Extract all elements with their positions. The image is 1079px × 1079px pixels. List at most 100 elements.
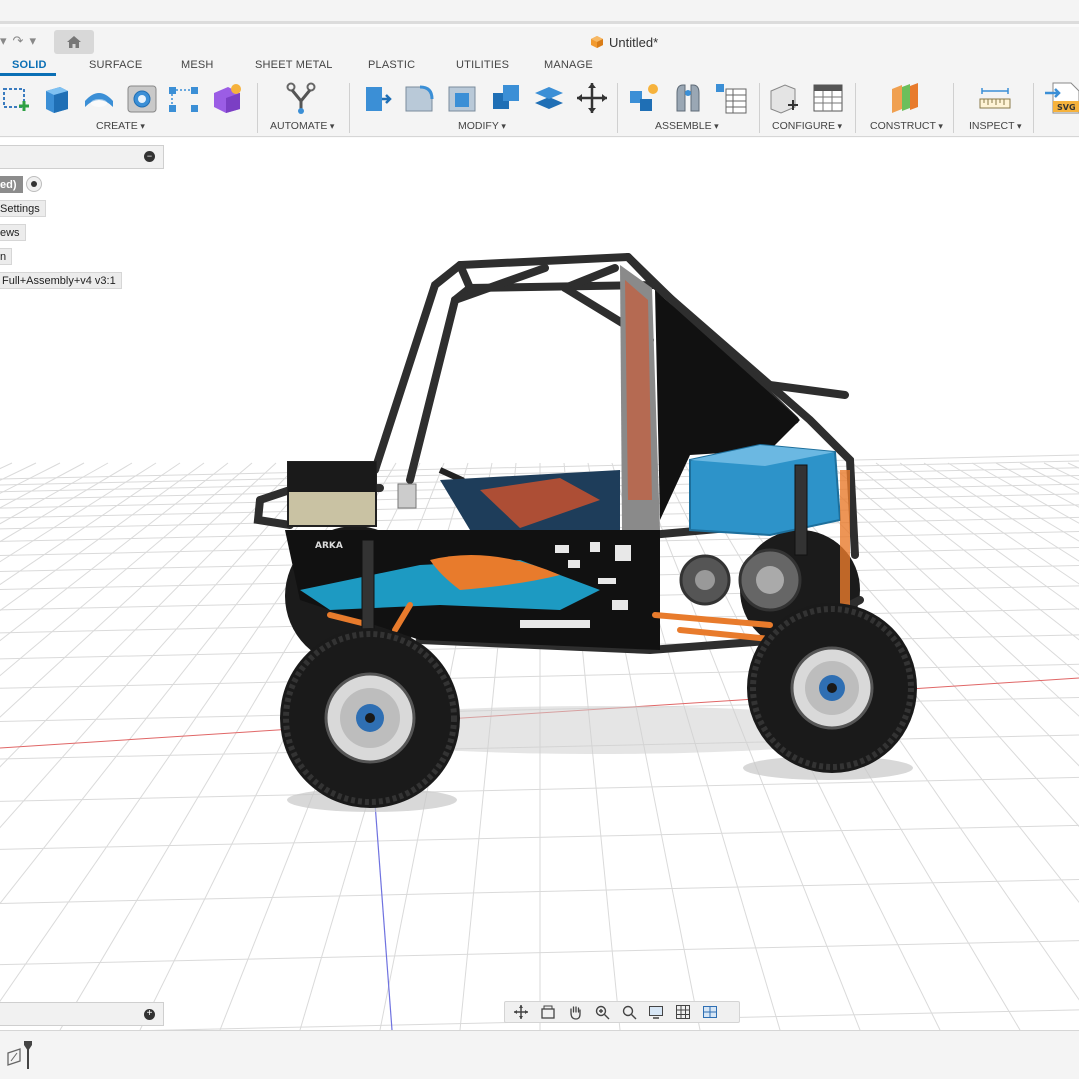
create-form-icon[interactable] (210, 81, 244, 115)
pattern-icon[interactable] (167, 81, 201, 115)
redo-icon[interactable]: ↷ (13, 33, 24, 49)
configuration-table-icon[interactable] (811, 81, 845, 115)
rear-shock (794, 464, 808, 556)
measure-icon[interactable] (978, 81, 1012, 115)
toolbar-tabs: SOLID SURFACE MESH SHEET METAL PLASTIC U… (0, 55, 1079, 77)
automate-group-label[interactable]: AUTOMATE (270, 120, 334, 132)
browser-item-root[interactable]: ed) (0, 176, 23, 193)
fillet-icon[interactable] (402, 81, 436, 115)
active-radio-icon[interactable] (26, 176, 42, 192)
grid-icon (676, 1005, 690, 1019)
group-separator (617, 83, 618, 133)
group-separator (1033, 83, 1034, 133)
front-box-top (288, 462, 376, 492)
rear-near-wheel (747, 603, 917, 773)
tab-mesh[interactable]: MESH (181, 59, 214, 71)
canvas-viewport[interactable]: ARKA (0, 138, 1079, 1030)
tab-solid[interactable]: SOLID (12, 59, 47, 71)
zoom-button[interactable] (590, 1003, 614, 1021)
navigation-bar (504, 1001, 740, 1023)
group-separator (759, 83, 760, 133)
grid-settings-button[interactable] (671, 1003, 695, 1021)
create-sketch-icon[interactable] (0, 81, 34, 115)
seat-graphic (625, 280, 652, 500)
hole-icon[interactable] (125, 81, 159, 115)
offset-face-icon[interactable] (532, 81, 566, 115)
active-tab-indicator (0, 73, 56, 76)
pan-button[interactable] (563, 1003, 587, 1021)
group-separator (349, 83, 350, 133)
document-title-text: Untitled* (609, 34, 659, 50)
tab-utilities[interactable]: UTILITIES (456, 59, 509, 71)
joint-icon[interactable] (671, 81, 705, 115)
undo-redo-group: ▾ ↷ ▾ (0, 31, 36, 51)
fit-button[interactable] (617, 1003, 641, 1021)
offset-plane-icon[interactable] (888, 81, 922, 115)
insert-svg-badge: SVG (1057, 103, 1076, 112)
bill-of-materials-icon[interactable] (714, 81, 748, 115)
assemble-group-label[interactable]: ASSEMBLE (655, 120, 719, 132)
create-group-label[interactable]: CREATE (96, 120, 145, 132)
new-component-icon[interactable] (627, 81, 661, 115)
configure-group-label[interactable]: CONFIGURE (772, 120, 842, 132)
browser-item-origin[interactable]: n (0, 248, 13, 265)
browser-panel-header[interactable]: − (0, 145, 164, 169)
tab-surface[interactable]: SURFACE (89, 59, 142, 71)
viewports-icon (703, 1006, 717, 1018)
cvt-hub (756, 566, 784, 594)
shell-icon[interactable] (445, 81, 479, 115)
collapse-browser-button[interactable]: − (144, 151, 155, 162)
orbit-button[interactable] (509, 1003, 533, 1021)
group-separator (257, 83, 258, 133)
home-button[interactable] (54, 30, 94, 54)
press-pull-icon[interactable] (360, 81, 394, 115)
browser-item-settings[interactable]: Settings (0, 200, 46, 217)
group-separator (953, 83, 954, 133)
home-icon (67, 36, 81, 48)
engine-hub (695, 570, 715, 590)
combine-icon[interactable] (489, 81, 523, 115)
display-icon (649, 1006, 663, 1019)
cube-icon (591, 36, 603, 48)
title-bar: ▾ ↷ ▾ Untitled* (0, 27, 1079, 55)
zoom-fit-icon (622, 1005, 637, 1020)
zoom-icon (595, 1005, 610, 1020)
top-strip (0, 0, 1079, 24)
fusion-window: ▾ ↷ ▾ Untitled* SOLID SURFACE MESH SHEET… (0, 0, 1079, 1079)
look-at-button[interactable] (536, 1003, 560, 1021)
timeline-bar (0, 1030, 1079, 1079)
viewports-button[interactable] (698, 1003, 722, 1021)
modify-group-label[interactable]: MODIFY (458, 120, 506, 132)
browser-item-views[interactable]: ews (0, 224, 26, 241)
tab-plastic[interactable]: PLASTIC (368, 59, 415, 71)
undo-dropdown-icon[interactable]: ▾ (0, 33, 7, 49)
configure-icon[interactable] (768, 81, 802, 115)
move-icon[interactable] (575, 81, 609, 115)
frame-accent (840, 470, 850, 610)
buggy-model[interactable]: ARKA (0, 138, 1079, 1030)
display-settings-button[interactable] (644, 1003, 668, 1021)
expand-comments-button[interactable]: + (144, 1009, 155, 1020)
insert-svg-icon[interactable]: SVG (1045, 81, 1079, 115)
master-cylinder (397, 483, 417, 509)
browser-item-component[interactable]: Full+Assembly+v4 v3:1 (0, 272, 122, 289)
construct-group-label[interactable]: CONSTRUCT (870, 120, 943, 132)
ribbon: CREATE AUTOMATE MODIFY (0, 77, 1079, 137)
decal-brand: ARKA (315, 541, 343, 551)
group-separator (855, 83, 856, 133)
look-at-icon (541, 1005, 555, 1019)
automate-icon[interactable] (284, 81, 318, 115)
document-title: Untitled* (590, 33, 658, 51)
tab-sheet-metal[interactable]: SHEET METAL (255, 59, 333, 71)
inspect-group-label[interactable]: INSPECT (969, 120, 1022, 132)
revolve-icon[interactable] (82, 81, 116, 115)
comments-panel[interactable]: + (0, 1002, 164, 1026)
tab-manage[interactable]: MANAGE (544, 59, 593, 71)
front-shock (361, 539, 375, 631)
front-near-wheel (280, 628, 460, 808)
hand-icon (570, 1006, 581, 1020)
extrude-icon[interactable] (40, 81, 74, 115)
timeline-feature-icon[interactable] (6, 1039, 36, 1075)
redo-dropdown-icon[interactable]: ▾ (29, 33, 36, 49)
orbit-icon (514, 1005, 528, 1019)
